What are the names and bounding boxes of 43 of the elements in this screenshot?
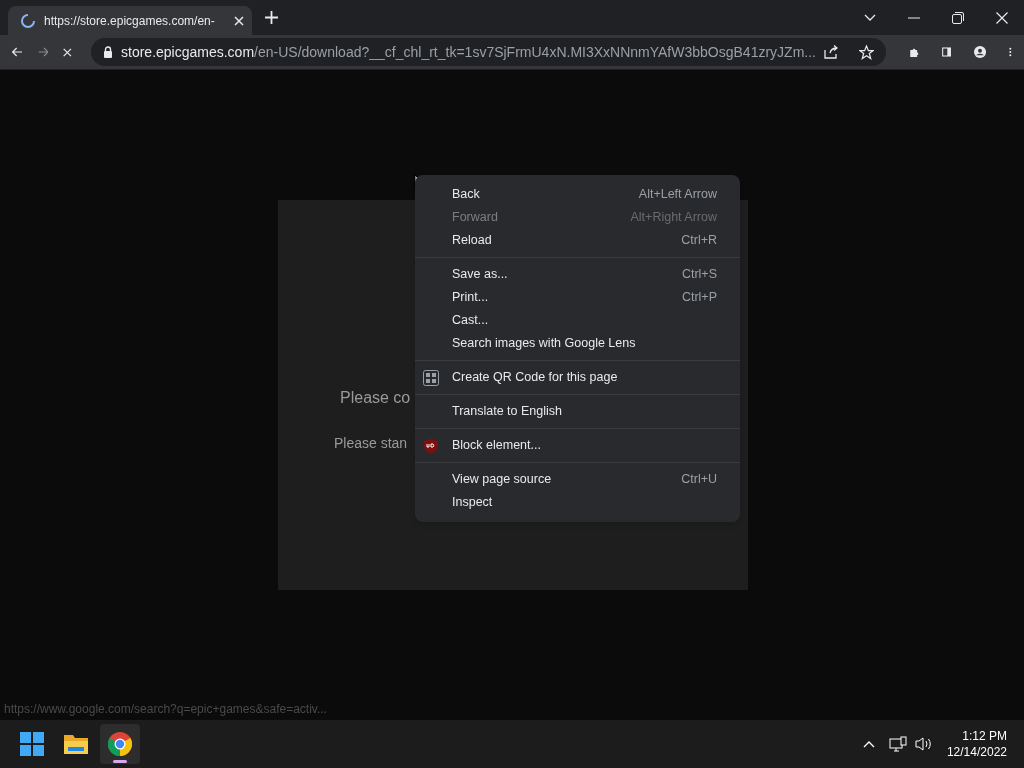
side-panel-icon[interactable] [941,45,952,59]
taskbar-app[interactable] [100,724,140,764]
menu-item[interactable]: Block element... [415,434,740,457]
forward-icon[interactable] [37,45,49,59]
tab-title: https://store.epicgames.com/en- [44,12,216,30]
page-message: Please stan [334,434,408,453]
star-icon[interactable] [858,44,874,60]
close-icon[interactable] [234,15,244,26]
menu-item[interactable]: View page source Ctrl+U [415,468,740,491]
menu-item[interactable]: Translate to English [415,400,740,423]
browser-tab[interactable]: https://store.epicgames.com/en- [8,6,252,35]
share-icon[interactable] [823,45,839,59]
menu-item[interactable]: Back Alt+Left Arrow [415,183,740,206]
menu-item[interactable]: Create QR Code for this page [415,366,740,389]
menu-item[interactable]: Inspect [415,491,740,514]
chevron-up-icon[interactable] [862,740,875,748]
close-window-icon[interactable] [996,11,1008,24]
new-tab-icon[interactable] [265,11,278,24]
minimize-icon[interactable] [908,16,920,19]
folder-icon [63,733,89,755]
windows-logo-icon [20,732,44,756]
profile-icon[interactable] [974,43,987,61]
menu-item[interactable]: Cast... [415,309,740,332]
network-icon[interactable] [888,736,907,752]
back-icon[interactable] [12,45,23,59]
clock-time[interactable]: 1:12 PM [962,728,1007,744]
menu-item[interactable]: Reload Ctrl+R [415,229,740,252]
menu-item[interactable]: Print... Ctrl+P [415,286,740,309]
restore-icon[interactable] [952,11,964,24]
page-heading: Please co [340,388,411,408]
chevron-down-icon[interactable] [864,13,876,22]
qr-code-icon [423,369,439,386]
shield-icon [423,437,439,454]
menu-icon[interactable] [1009,45,1012,59]
stop-icon[interactable] [63,45,72,59]
lock-icon[interactable] [103,46,113,58]
menu-item[interactable]: Save as... Ctrl+S [415,263,740,286]
chrome-logo-icon [108,732,132,756]
clock-date[interactable]: 12/14/2022 [946,744,1007,760]
address-bar[interactable]: store.epicgames.com/en-US/download?__cf_chl_rt_tk=1sv7SjFrmU4xN.MI3XxNNnmYAfW3bbOsgB41zryJZm... [91,38,886,66]
menu-item[interactable]: Search images with Google Lens [415,332,740,355]
speaker-icon[interactable] [914,736,933,752]
url-text: store.epicgames.com/en-US/download?__cf_chl_rt_tk=1sv7SjFrmU4xN.MI3XxNNnmYAfW3bbOsgB41zryJZm... [121,42,816,62]
